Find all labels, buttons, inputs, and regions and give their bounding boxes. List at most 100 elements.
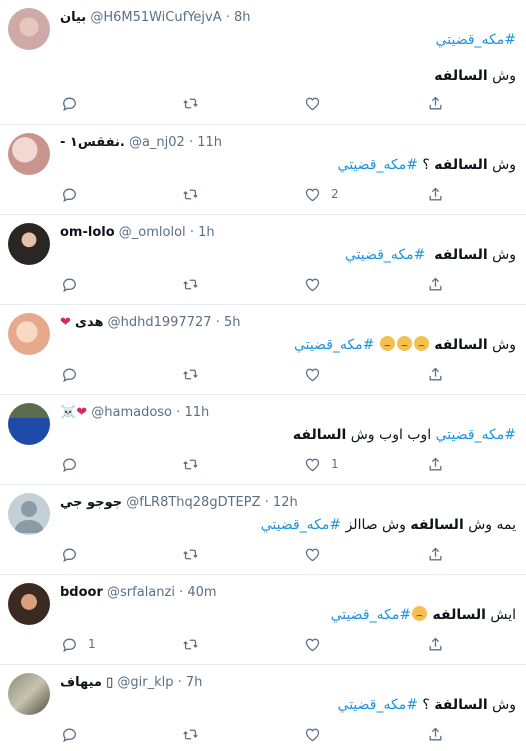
tweet[interactable]: جوجو جي @fLR8Thq28gDTEPZ · 12h يمه وش ال… [0,485,526,575]
timestamp[interactable]: 40m [187,585,216,600]
retweet-icon [182,366,199,383]
share-button[interactable] [427,724,444,744]
retweet-button[interactable] [182,544,199,564]
reply-button[interactable]: 1 [61,634,96,654]
handle[interactable]: @hamadoso [91,405,172,420]
timestamp[interactable]: 11h [184,405,209,420]
timestamp[interactable]: 5h [224,315,241,330]
hashtag-link[interactable]: #مكه_قضيتي [331,607,411,623]
handle[interactable]: @H6M51WiCufYejvA [90,10,221,25]
tweet-header: - نفقس١. @a_nj02 · 11h [60,134,516,152]
like-button[interactable] [304,274,321,294]
like-button[interactable]: 2 [304,184,339,204]
retweet-button[interactable] [182,364,199,384]
bold-text: السالفه [410,517,464,533]
retweet-button[interactable] [182,724,199,744]
retweet-button[interactable] [182,454,199,474]
retweet-button[interactable] [182,274,199,294]
timestamp[interactable]: 1h [198,225,215,240]
default-avatar-icon [14,501,44,533]
text-segment: وش صاالز [341,517,411,533]
display-name[interactable]: بيان [60,10,86,25]
tweet[interactable]: om-lolo @_omlolol · 1h وش السالفه #مكه_ق… [0,215,526,305]
hashtag-link[interactable]: #مكه_قضيتي [261,517,341,533]
avatar[interactable] [8,8,50,50]
reply-button[interactable] [61,93,78,113]
display-name[interactable]: bdoor [60,585,103,600]
retweet-button[interactable] [182,93,199,113]
share-button[interactable] [427,634,444,654]
like-button[interactable] [304,634,321,654]
reply-button[interactable] [61,364,78,384]
avatar[interactable] [8,583,50,625]
timestamp[interactable]: 7h [186,675,203,690]
tweet[interactable]: ميهاف ▯ @gir_klp · 7h وش السالفة ؟ #مكه_… [0,665,526,751]
handle[interactable]: @fLR8Thq28gDTEPZ [126,495,260,510]
reply-button[interactable] [61,184,78,204]
tweet[interactable]: - نفقس١. @a_nj02 · 11h وش السالفه ؟ #مكه… [0,125,526,215]
reply-icon [61,546,78,563]
share-button[interactable] [427,454,444,474]
reply-button[interactable] [61,544,78,564]
hashtag-link[interactable]: #مكه_قضيتي [436,427,516,443]
hashtag-link[interactable]: #مكه_قضيتي [436,32,516,48]
reply-icon [61,276,78,293]
heart-icon [304,186,321,203]
like-button[interactable] [304,724,321,744]
text-segment: وش [487,157,516,173]
heart-emoji-icon: ❤ [76,405,88,420]
hashtag-link[interactable]: #مكه_قضيتي [345,247,425,263]
anxious-face-icon [412,606,428,621]
timestamp[interactable]: 12h [273,495,298,510]
like-button[interactable] [304,93,321,113]
share-button[interactable] [427,184,444,204]
display-name[interactable]: ☠️ [60,405,76,420]
tweet[interactable]: ☠️❤ @hamadoso · 11h #مكه_قضيتي اوب اوب و… [0,395,526,485]
share-button[interactable] [427,274,444,294]
like-button[interactable]: 1 [304,454,339,474]
timestamp[interactable]: 8h [234,10,251,25]
hashtag-link[interactable]: #مكه_قضيتي [294,337,374,353]
handle[interactable]: @srfalanzi [107,585,175,600]
display-name[interactable]: - نفقس١. [60,135,125,150]
avatar[interactable] [8,673,50,715]
retweet-button[interactable] [182,184,199,204]
action-bar: 1 [0,634,526,654]
reply-button[interactable] [61,274,78,294]
avatar[interactable] [8,223,50,265]
like-button[interactable] [304,364,321,384]
tweet-text: وش السالفة ؟ #مكه_قضيتي [60,693,516,717]
action-bar [0,724,526,744]
bold-text: السالفه [432,607,486,623]
display-name[interactable]: جوجو جي [60,495,122,510]
reply-button[interactable] [61,724,78,744]
display-name[interactable]: هدى [75,315,103,330]
timestamp[interactable]: 11h [197,135,222,150]
tweet[interactable]: bdoor @srfalanzi · 40m ايش السالفه #مكه_… [0,575,526,665]
like-button[interactable] [304,544,321,564]
avatar[interactable] [8,313,50,355]
handle[interactable]: @hdhd1997727 [108,315,212,330]
hashtag-link[interactable]: #مكه_قضيتي [338,157,418,173]
bold-text: السالفة [434,697,488,713]
avatar[interactable] [8,403,50,445]
reply-icon [61,95,78,112]
display-name[interactable]: om-lolo [60,225,115,240]
handle[interactable]: @a_nj02 [129,135,185,150]
handle[interactable]: @_omlolol [119,225,186,240]
action-bar [0,364,526,384]
tweet[interactable]: ❤ هدى @hdhd1997727 · 5h وش السالفه #مكه_… [0,305,526,395]
avatar[interactable] [8,133,50,175]
retweet-button[interactable] [182,634,199,654]
handle[interactable]: @gir_klp [117,675,173,690]
share-button[interactable] [427,93,444,113]
share-button[interactable] [427,544,444,564]
share-icon [427,636,444,653]
tweet[interactable]: بيان @H6M51WiCufYejvA · 8h #مكه_قضيتي وش… [0,0,526,125]
reply-button[interactable] [61,454,78,474]
avatar[interactable] [8,493,50,535]
hashtag-link[interactable]: #مكه_قضيتي [338,697,418,713]
display-name[interactable]: ميهاف [60,675,102,690]
share-button[interactable] [427,364,444,384]
retweet-icon [182,636,199,653]
